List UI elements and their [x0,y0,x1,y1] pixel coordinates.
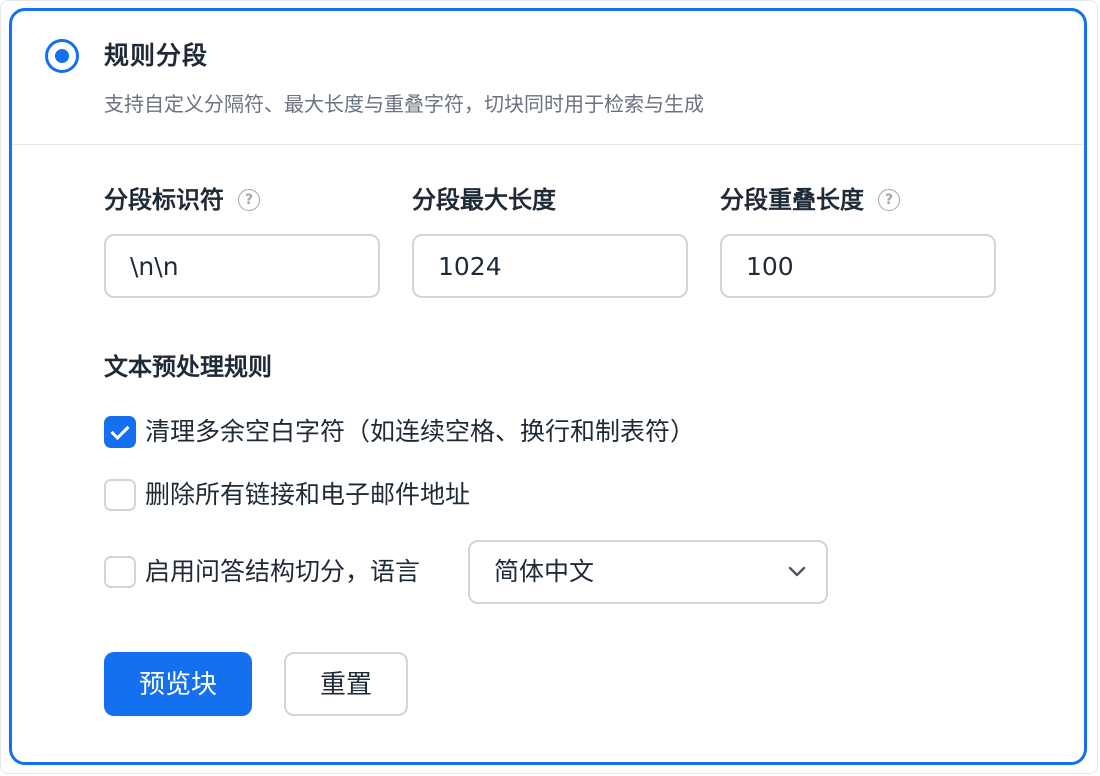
option-remove-links[interactable]: 删除所有链接和电子邮件地址 [104,478,470,512]
separator-input[interactable] [104,234,380,298]
mode-description: 支持自定义分隔符、最大长度与重叠字符，切块同时用于检索与生成 [104,92,704,116]
radio-selected-dot [55,49,69,63]
preview-chunks-button[interactable]: 预览块 [104,652,252,716]
separator-label: 分段标识符 [104,186,224,214]
qa-split-label: 启用问答结构切分，语言 [145,557,421,586]
overlap-label: 分段重叠长度 [720,186,864,214]
segmentation-mode-card[interactable]: 规则分段 支持自定义分隔符、最大长度与重叠字符，切块同时用于检索与生成 分段标识… [9,8,1087,765]
separator-label-group: 分段标识符 ? [104,183,260,217]
qa-split-checkbox[interactable] [104,556,136,588]
clean-whitespace-checkbox[interactable] [104,416,136,448]
reset-button[interactable]: 重置 [284,652,408,716]
overlap-input[interactable] [720,234,996,298]
card-header[interactable]: 规则分段 支持自定义分隔符、最大长度与重叠字符，切块同时用于检索与生成 [12,11,1084,145]
language-select[interactable]: 简体中文 [468,540,828,604]
mode-radio[interactable] [45,39,79,73]
max-length-input[interactable] [412,234,688,298]
question-circle-icon[interactable]: ? [238,189,260,211]
mode-title: 规则分段 [104,41,209,70]
chevron-down-icon [788,566,806,577]
question-circle-icon[interactable]: ? [878,189,900,211]
preprocessing-title: 文本预处理规则 [104,353,272,381]
language-select-value: 简体中文 [494,557,595,586]
clean-whitespace-label: 清理多余空白字符（如连续空格、换行和制表符） [145,417,696,446]
remove-links-checkbox[interactable] [104,479,136,511]
option-clean-whitespace[interactable]: 清理多余空白字符（如连续空格、换行和制表符） [104,415,695,449]
max-length-label-group: 分段最大长度 [412,183,556,217]
option-qa-split[interactable]: 启用问答结构切分，语言 [104,555,420,589]
max-length-label: 分段最大长度 [412,186,556,214]
overlap-label-group: 分段重叠长度 ? [720,183,900,217]
header-divider [12,144,1084,145]
remove-links-label: 删除所有链接和电子邮件地址 [145,480,471,509]
